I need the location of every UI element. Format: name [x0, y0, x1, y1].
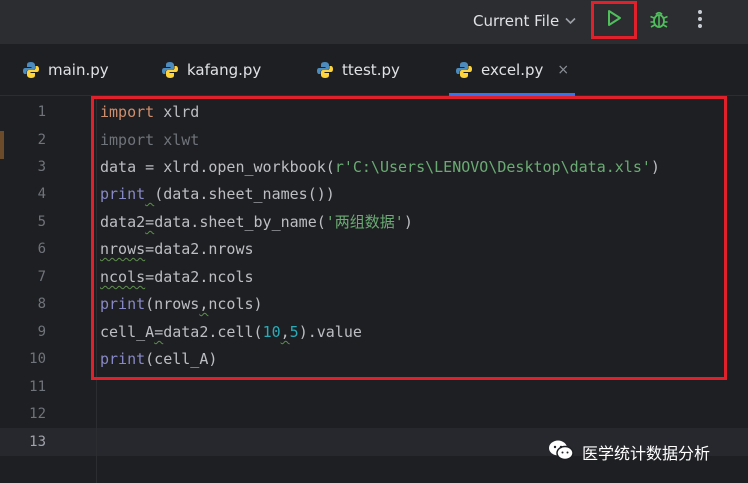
- tab-label: kafang.py: [187, 61, 262, 79]
- builtin-token: print: [100, 185, 146, 203]
- unused-import-token: import xlwt: [100, 131, 200, 149]
- tab-main-py[interactable]: main.py: [22, 44, 109, 96]
- run-button[interactable]: [591, 1, 637, 39]
- line-number-gutter[interactable]: 1 2 3 4 5 6 7 8 9 10 11 12 13: [0, 96, 97, 483]
- play-icon: [604, 8, 624, 32]
- code-line-6: nrows=data2.nrows: [100, 239, 254, 259]
- line-number: 11: [29, 379, 46, 395]
- tab-ttest-py[interactable]: ttest.py: [316, 44, 400, 96]
- code-token: =: [145, 213, 155, 231]
- code-token: ): [650, 158, 660, 176]
- run-configuration-label: Current File: [473, 12, 560, 30]
- code-token: ,: [280, 323, 290, 341]
- python-file-icon: [161, 61, 179, 79]
- line-number: 3: [37, 159, 46, 175]
- line-number: 6: [37, 241, 46, 257]
- code-line-2: import xlwt: [100, 130, 199, 150]
- editor-tab-bar: main.py kafang.py ttest.py excel.py ×: [0, 44, 748, 96]
- code-line-1: import xlrd: [100, 102, 199, 122]
- vcs-change-marker[interactable]: [0, 131, 4, 159]
- bug-icon: [648, 8, 670, 34]
- builtin-token: print: [100, 350, 146, 368]
- line-number: 10: [29, 351, 46, 367]
- python-file-icon: [316, 61, 334, 79]
- tab-label: ttest.py: [342, 61, 400, 79]
- code-token: data2: [100, 213, 146, 231]
- line-number: 4: [37, 186, 46, 202]
- more-vertical-icon: [697, 9, 703, 33]
- string-token: r'C:\Users\LENOVO\Desktop\data.xls': [334, 158, 651, 176]
- keyword-token: import: [100, 103, 155, 121]
- line-number: 2: [37, 132, 46, 148]
- code-token: xlrd: [154, 103, 200, 121]
- line-number-current: 13: [29, 434, 46, 450]
- debug-button[interactable]: [646, 8, 672, 34]
- code-token: ncols: [100, 268, 146, 286]
- code-token: =: [145, 240, 155, 258]
- code-token: data2.ncols: [154, 268, 254, 286]
- number-token: 5: [289, 323, 299, 341]
- tab-label: main.py: [48, 61, 109, 79]
- code-line-3: data = xlrd.open_workbook(r'C:\Users\LEN…: [100, 157, 660, 177]
- watermark-text: 医学统计数据分析: [582, 444, 711, 463]
- code-token: ncols): [208, 295, 263, 313]
- tab-label: excel.py: [481, 61, 544, 79]
- code-token: data.sheet_by_name(: [154, 213, 326, 231]
- code-token: (cell_A): [145, 350, 218, 368]
- code-token: data2.nrows: [154, 240, 254, 258]
- line-number: 9: [37, 324, 46, 340]
- builtin-token: print: [100, 295, 146, 313]
- run-configuration-selector[interactable]: Current File: [473, 10, 576, 32]
- code-line-4: print (data.sheet_names()): [100, 184, 335, 204]
- tab-excel-py[interactable]: excel.py ×: [448, 44, 576, 96]
- code-token: =: [154, 323, 164, 341]
- python-file-icon: [455, 61, 473, 79]
- tab-kafang-py[interactable]: kafang.py: [161, 44, 261, 96]
- code-token: (nrows: [145, 295, 200, 313]
- code-line-9: cell_A=data2.cell(10,5).value: [100, 322, 362, 342]
- watermark: 医学统计数据分析: [548, 440, 710, 464]
- line-number: 8: [37, 296, 46, 312]
- python-file-icon: [22, 61, 40, 79]
- number-token: 10: [262, 323, 281, 341]
- main-toolbar: Current File: [0, 0, 748, 44]
- code-token: nrows: [100, 240, 146, 258]
- code-token: =: [145, 268, 155, 286]
- code-line-10: print(cell_A): [100, 349, 217, 369]
- line-number: 12: [29, 406, 46, 422]
- line-number: 5: [37, 214, 46, 230]
- code-line-5: data2=data.sheet_by_name('两组数据'): [100, 212, 413, 232]
- line-number: 7: [37, 269, 46, 285]
- string-token: '两组数据': [325, 213, 404, 231]
- code-token: (data.sheet_names()): [154, 185, 335, 203]
- code-token: ).value: [298, 323, 362, 341]
- code-token: ): [403, 213, 413, 231]
- close-tab-icon[interactable]: ×: [557, 62, 569, 78]
- more-actions-button[interactable]: [690, 8, 710, 34]
- line-number: 1: [37, 104, 46, 120]
- code-token: data2.cell(: [163, 323, 263, 341]
- code-token: cell_A: [100, 323, 155, 341]
- code-line-8: print(nrows,ncols): [100, 294, 263, 314]
- chevron-down-icon: [565, 15, 576, 28]
- code-line-7: ncols=data2.ncols: [100, 267, 254, 287]
- code-token: data = xlrd.open_workbook(: [100, 158, 335, 176]
- wechat-icon: [548, 439, 574, 465]
